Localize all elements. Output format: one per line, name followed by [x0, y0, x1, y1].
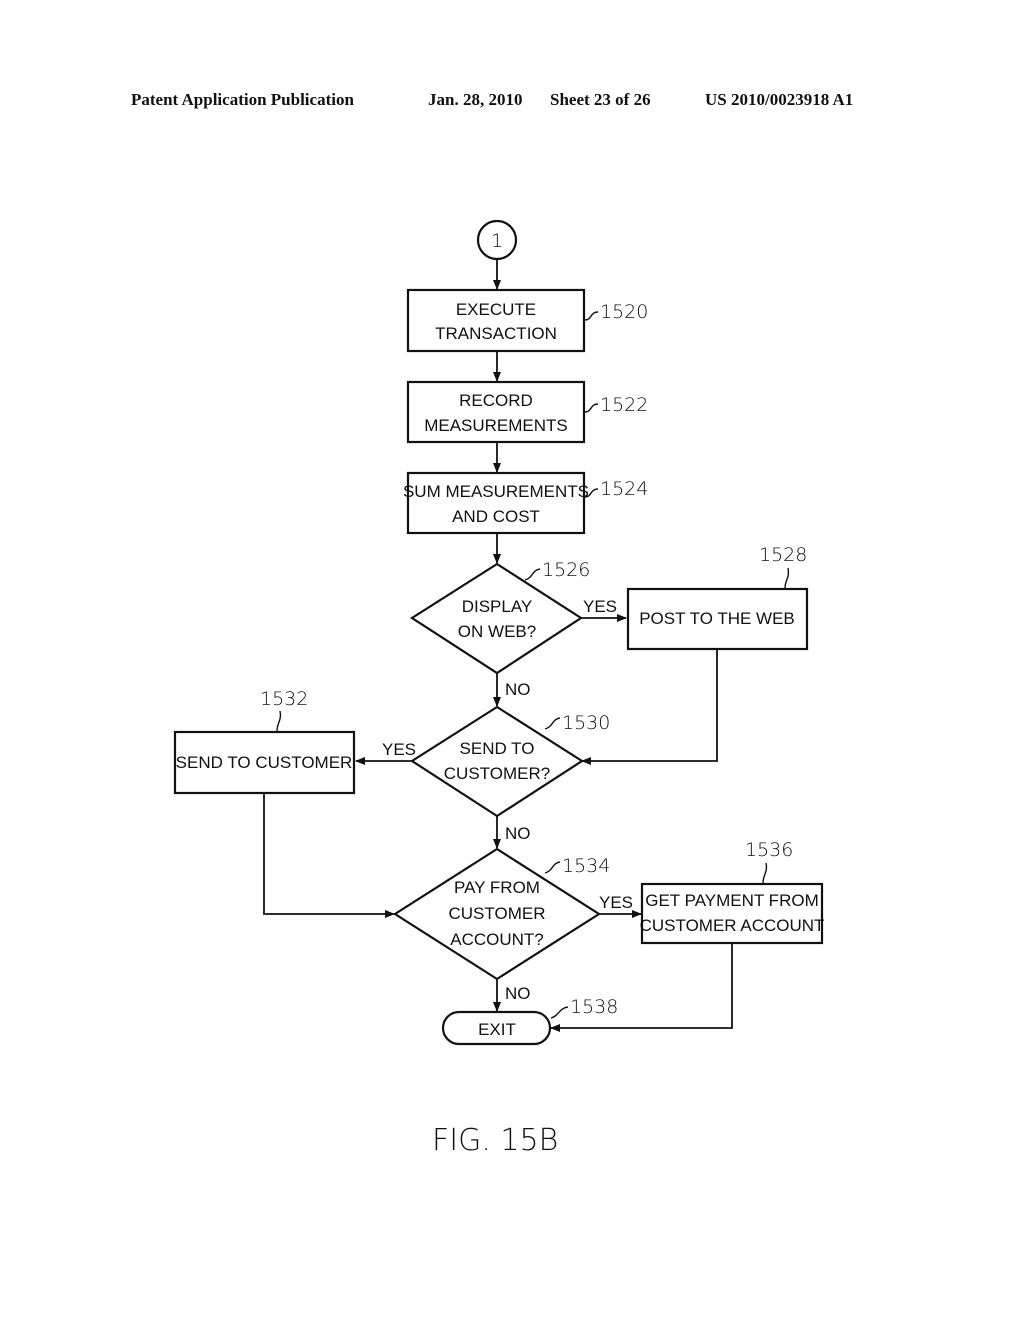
leader-line [550, 1006, 569, 1019]
node-text: DISPLAY [462, 597, 533, 616]
node-text: CUSTOMER? [444, 764, 550, 783]
node-text: ON WEB? [458, 622, 536, 641]
node-text: CUSTOMER [449, 904, 546, 923]
node-text: ACCOUNT? [450, 930, 544, 949]
node-text: GET PAYMENT FROM [645, 891, 818, 910]
leader-line [784, 567, 790, 589]
node-1526-display-on-web: DISPLAY ON WEB? 1526 [409, 559, 590, 675]
node-1522-record-measurements: RECORD MEASUREMENTS 1522 [406, 380, 648, 444]
leader-line [544, 717, 561, 730]
label-1534-yes: YES [599, 893, 633, 912]
node-text: SUM MEASUREMENTS [403, 482, 589, 501]
node-text: SEND TO [460, 739, 535, 758]
flowchart: 1 YES NO YES NO YES NO EXECUTE TRANSACTI… [173, 219, 825, 1158]
ref-1530: 1530 [562, 712, 610, 734]
ref-1520: 1520 [600, 301, 648, 323]
node-1528-post-to-web: POST TO THE WEB 1528 [626, 544, 809, 651]
node-1520-execute-transaction: EXECUTE TRANSACTION 1520 [406, 288, 648, 353]
node-text: EXIT [478, 1020, 516, 1039]
node-text: POST TO THE WEB [639, 609, 795, 628]
node-text: MEASUREMENTS [424, 416, 568, 435]
node-1532-send-to-customer: SEND TO CUSTOMER 1532 [173, 688, 356, 795]
node-1530-send-to-customer-decision: SEND TO CUSTOMER? 1530 [409, 705, 610, 818]
ref-1522: 1522 [600, 394, 648, 416]
node-1524-sum-measurements: SUM MEASUREMENTS AND COST 1524 [403, 471, 648, 535]
edge-1532-1534 [263, 793, 395, 918]
leader-line [584, 403, 599, 413]
ref-1524: 1524 [600, 478, 648, 500]
node-1536-get-payment: GET PAYMENT FROM CUSTOMER ACCOUNT 1536 [640, 839, 825, 945]
leader-line [544, 861, 561, 874]
ref-1534: 1534 [562, 855, 610, 877]
leader-line [762, 862, 768, 884]
leader-line [524, 568, 541, 581]
ref-1538: 1538 [570, 996, 618, 1018]
node-1538-exit: EXIT 1538 [441, 996, 618, 1046]
node-1534-pay-from-account: PAY FROM CUSTOMER ACCOUNT? 1534 [392, 847, 610, 981]
ref-1532: 1532 [260, 688, 308, 710]
node-text: EXECUTE [456, 300, 536, 319]
ref-1536: 1536 [745, 839, 793, 861]
connector-1: 1 [476, 219, 518, 261]
node-text: CUSTOMER ACCOUNT [640, 916, 825, 935]
label-1530-yes: YES [382, 740, 416, 759]
ref-1528: 1528 [759, 544, 807, 566]
label-1530-no: NO [505, 824, 531, 843]
node-text: PAY FROM [454, 878, 540, 897]
connector-label: 1 [491, 230, 503, 252]
label-1526-yes: YES [583, 597, 617, 616]
leader-line [584, 311, 599, 321]
ref-1526: 1526 [542, 559, 590, 581]
label-1526-no: NO [505, 680, 531, 699]
node-text: AND COST [452, 507, 540, 526]
node-text: RECORD [459, 391, 533, 410]
leader-line [276, 710, 282, 732]
node-text: TRANSACTION [435, 324, 557, 343]
node-text: SEND TO CUSTOMER [176, 753, 353, 772]
figure-caption: FIG. 15B [432, 1123, 558, 1158]
edge-1528-1530 [581, 649, 718, 765]
label-1534-no: NO [505, 984, 531, 1003]
